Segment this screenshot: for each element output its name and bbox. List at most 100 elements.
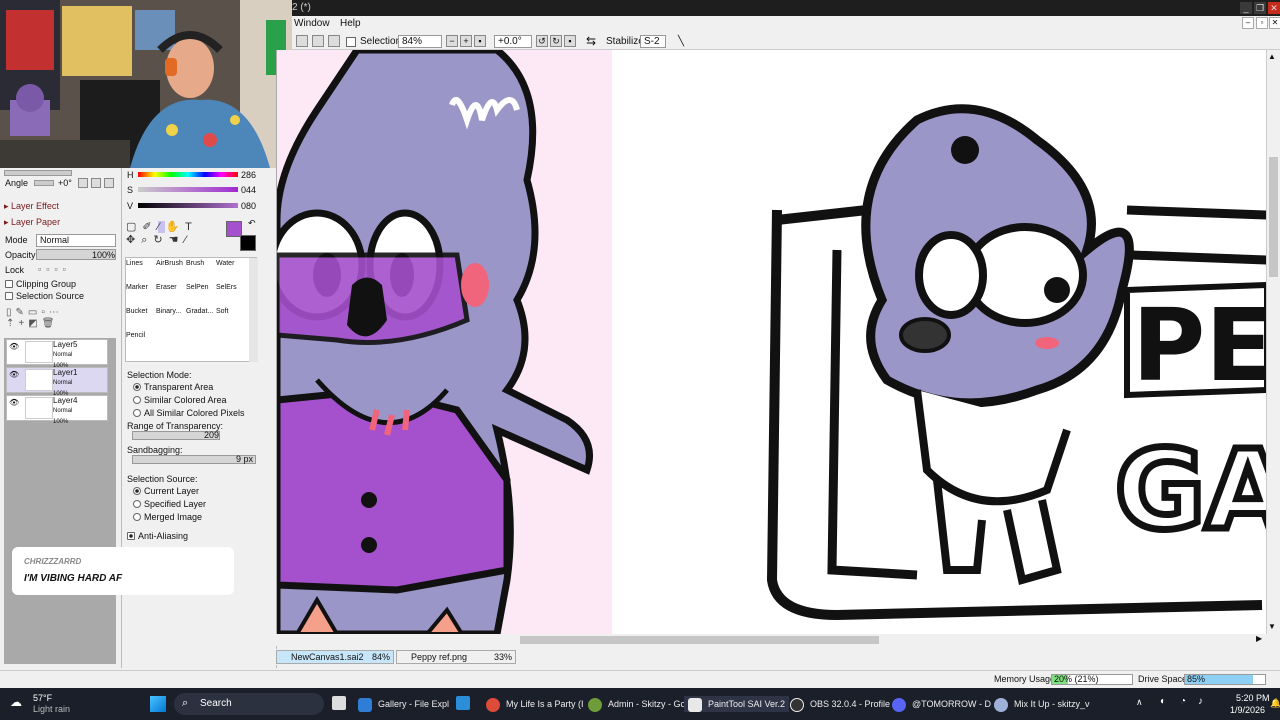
layer-paper-expander[interactable]: ▸ Layer Paper: [4, 217, 60, 228]
rotate-reset-button[interactable]: ▪: [564, 35, 576, 47]
vertical-scroll-thumb[interactable]: [1269, 157, 1278, 277]
task-gallery[interactable]: Gallery - File Expl: [358, 696, 449, 712]
doc-tab-peppy-ref[interactable]: Peppy ref.png 33%: [396, 650, 516, 664]
brush-slot[interactable]: Brush: [186, 260, 216, 283]
rotate-left-button[interactable]: ↺: [536, 35, 548, 47]
toolbar-blank-button[interactable]: [296, 35, 308, 47]
brush-scrollbar[interactable]: [249, 258, 258, 362]
size-slider[interactable]: [4, 170, 72, 176]
horizontal-scroll-thumb[interactable]: [520, 636, 879, 644]
close-button[interactable]: ✕: [1268, 2, 1280, 14]
tray-chevron-icon[interactable]: ∧: [1136, 697, 1143, 708]
swap-colors-icon[interactable]: ↶: [248, 218, 256, 229]
mdi-minimize-button[interactable]: –: [1242, 17, 1254, 29]
wifi-icon[interactable]: ◔: [1180, 696, 1186, 707]
zoom-in-button[interactable]: +: [460, 35, 472, 47]
mdi-restore-button[interactable]: ▫: [1256, 17, 1268, 29]
windows-start-icon[interactable]: [150, 696, 166, 712]
task-view-icon[interactable]: [332, 696, 346, 710]
merge-icon[interactable]: +: [18, 318, 28, 329]
layer-effect-expander[interactable]: ▸ Layer Effect: [4, 201, 59, 212]
source-current-radio[interactable]: Current Layer: [133, 486, 199, 496]
eyedropper-icon[interactable]: ⁄: [184, 234, 192, 246]
task-chrome-party[interactable]: My Life Is a Party (I: [486, 696, 584, 712]
toolbar-blank-button[interactable]: [328, 35, 340, 47]
scroll-up-icon[interactable]: ▲: [1268, 52, 1276, 61]
lock-icons[interactable]: ▫▫▫▫: [38, 264, 71, 274]
task-obs[interactable]: OBS 32.0.4 - Profile: [790, 696, 890, 712]
brush-slot[interactable]: Gradat...: [186, 308, 216, 331]
scroll-down-icon[interactable]: ▼: [1268, 622, 1276, 631]
zoom-select[interactable]: 84%: [398, 35, 442, 48]
new-layer-icon[interactable]: ▯: [6, 307, 16, 318]
volume-icon[interactable]: ♪: [1198, 696, 1203, 707]
rotate-right-button[interactable]: ↻: [550, 35, 562, 47]
hue-slider[interactable]: [138, 172, 238, 177]
blend-mode-select[interactable]: Normal: [36, 234, 116, 247]
photos-icon[interactable]: [456, 696, 470, 710]
scroll-right-icon[interactable]: ▶: [1256, 634, 1262, 643]
zoom-out-button[interactable]: −: [446, 35, 458, 47]
angle-reset-button[interactable]: [78, 178, 88, 188]
layer-row[interactable]: 👁 Layer1 Normal 100%: [6, 367, 108, 397]
visibility-eye-icon[interactable]: 👁: [9, 342, 19, 351]
rect-select-icon[interactable]: ▢: [126, 221, 142, 233]
lasso-icon[interactable]: ✐: [142, 221, 157, 233]
mode-all-similar-radio[interactable]: All Similar Colored Pixels: [133, 408, 245, 418]
delete-layer-icon[interactable]: 🗑: [42, 318, 59, 329]
visibility-eye-icon[interactable]: 👁: [9, 370, 19, 379]
saturation-slider[interactable]: [138, 187, 238, 192]
move-hand-icon[interactable]: ✋: [165, 221, 185, 233]
clipping-group-checkbox[interactable]: Clipping Group: [5, 279, 76, 289]
task-discord[interactable]: @TOMORROW - D: [892, 696, 991, 712]
drawing-canvas[interactable]: PE GAS: [276, 50, 1266, 634]
straight-line-icon[interactable]: ╲: [678, 35, 684, 48]
selection-toggle-icon[interactable]: [346, 37, 356, 47]
notification-bell-icon[interactable]: 🔔: [1270, 698, 1280, 709]
text-tool-icon[interactable]: T: [185, 221, 198, 233]
brush-slot[interactable]: AirBrush: [156, 260, 186, 283]
visibility-eye-icon[interactable]: 👁: [9, 398, 19, 407]
clear-icon[interactable]: ◩: [28, 318, 41, 329]
source-specified-radio[interactable]: Specified Layer: [133, 499, 206, 509]
weather-temp[interactable]: 57°F: [33, 693, 52, 703]
mdi-close-button[interactable]: ✕: [1269, 17, 1280, 29]
brush-slot[interactable]: Marker: [126, 284, 156, 307]
task-painttool-sai[interactable]: PaintTool SAI Ver.2: [684, 696, 790, 712]
layer-row[interactable]: 👁 Layer5 Normal 100%: [6, 339, 108, 369]
source-merged-radio[interactable]: Merged Image: [133, 512, 202, 522]
layer-menu-icon[interactable]: ⋯: [49, 307, 63, 318]
angle-slider[interactable]: [34, 180, 54, 186]
brush-slot[interactable]: Binary...: [156, 308, 186, 331]
hand-icon[interactable]: ☚: [169, 234, 185, 246]
mode-similar-radio[interactable]: Similar Colored Area: [133, 395, 227, 405]
task-chrome-admin[interactable]: Admin - Skitzy - Go: [588, 696, 686, 712]
move-icon[interactable]: ✥: [126, 234, 141, 246]
stabilizer-select[interactable]: S-2: [640, 35, 666, 48]
new-mask-icon[interactable]: ▫: [41, 307, 49, 318]
brush-slot[interactable]: Bucket: [126, 308, 156, 331]
maximize-button[interactable]: ❐: [1254, 2, 1266, 14]
zoom-icon[interactable]: ⌕: [141, 234, 153, 246]
new-folder-icon[interactable]: ▭: [28, 307, 41, 318]
menu-window[interactable]: Window: [294, 18, 330, 29]
doc-tab-newcanvas[interactable]: NewCanvas1.sai2 84%: [276, 650, 394, 664]
angle-rotate-button[interactable]: [104, 178, 114, 188]
brush-slot[interactable]: Lines: [126, 260, 156, 283]
brush-slot[interactable]: Soft: [216, 308, 246, 331]
anti-aliasing-checkbox[interactable]: Anti-Aliasing: [127, 531, 188, 541]
vertical-scrollbar[interactable]: ▲ ▼: [1266, 50, 1280, 634]
transfer-icon[interactable]: ⇡: [6, 318, 18, 329]
horizontal-scrollbar[interactable]: ▶: [276, 634, 1266, 646]
tray-network-icon[interactable]: ◐: [1160, 696, 1166, 707]
background-color-swatch[interactable]: [240, 235, 256, 251]
brush-slot[interactable]: Water: [216, 260, 246, 283]
brush-slot[interactable]: Eraser: [156, 284, 186, 307]
rotate-view-icon[interactable]: ↻: [153, 234, 168, 246]
clock-time[interactable]: 5:20 PM: [1236, 693, 1270, 703]
rotation-select[interactable]: +0.0°: [494, 35, 532, 48]
brush-slot[interactable]: SelErs: [216, 284, 246, 307]
taskbar-search-box[interactable]: ⌕ Search: [174, 693, 324, 715]
brush-slot[interactable]: Pencil: [126, 332, 156, 355]
menu-help[interactable]: Help: [340, 18, 361, 29]
